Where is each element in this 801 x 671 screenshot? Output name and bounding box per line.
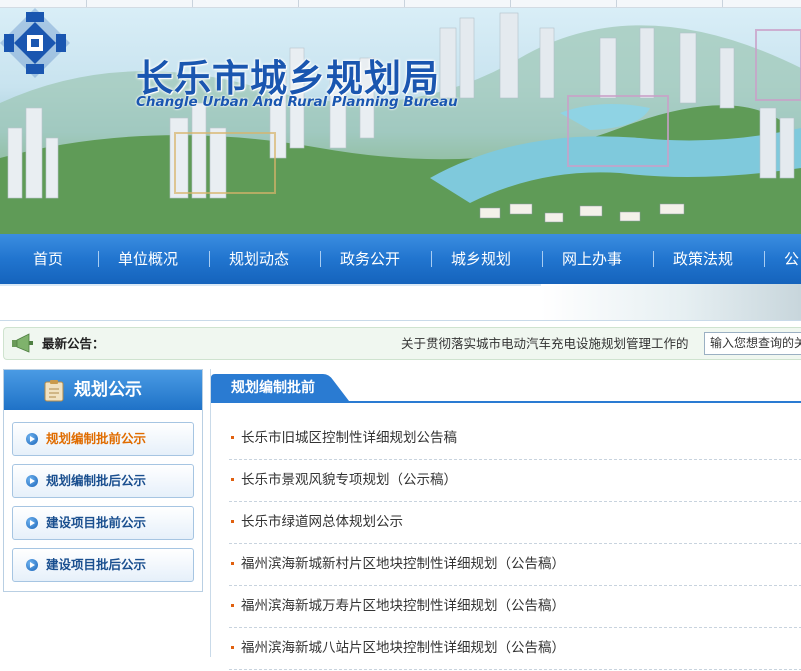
list-item-link[interactable]: 长乐市景观风貌专项规划（公示稿） [241, 461, 457, 499]
browser-top-strip [0, 0, 801, 8]
search-input[interactable] [704, 332, 801, 355]
arrow-bullet-icon [26, 517, 38, 529]
nav-online-services[interactable]: 网上办事 [562, 234, 622, 284]
city-panorama-image [0, 12, 801, 234]
list-bullet [231, 436, 234, 439]
section-tab-bar: 规划编制批前 [211, 369, 801, 403]
list-item: 长乐市旧城区控制性详细规划公告稿 [229, 419, 801, 460]
list-item-link[interactable]: 长乐市绿道网总体规划公示 [241, 503, 403, 541]
list-item-link[interactable]: 长乐市旧城区控制性详细规划公告稿 [241, 419, 457, 457]
site-subtitle-en: Changle Urban And Rural Planning Bureau [136, 94, 458, 110]
arrow-bullet-icon [26, 475, 38, 487]
sidebar-header: 规划公示 [4, 370, 202, 410]
nav-about[interactable]: 单位概况 [118, 234, 178, 284]
nav-divider [209, 251, 210, 267]
bureau-emblem-icon [0, 8, 70, 78]
nav-divider [431, 251, 432, 267]
list-item: 福州滨海新城万寿片区地块控制性详细规划（公告稿） [229, 587, 801, 628]
nav-planning-news[interactable]: 规划动态 [229, 234, 289, 284]
nav-divider [320, 251, 321, 267]
notice-link[interactable]: 关于贯彻落实城市电动汽车充电设施规划管理工作的 [401, 328, 689, 359]
sidebar-item-label: 规划编制批前公示 [46, 431, 147, 446]
nav-divider [98, 251, 99, 267]
list-bullet [231, 604, 234, 607]
sidebar-item-project-post-approval[interactable]: 建设项目批后公示 [12, 548, 194, 582]
document-icon [44, 380, 64, 402]
list-item-link[interactable]: 福州滨海新城八站片区地块控制性详细规划（公告稿） [241, 629, 565, 667]
list-item: 长乐市景观风貌专项规划（公示稿） [229, 461, 801, 502]
list-item-link[interactable]: 福州滨海新城万寿片区地块控制性详细规划（公告稿） [241, 587, 565, 625]
nav-divider [653, 251, 654, 267]
nav-policies[interactable]: 政策法规 [673, 234, 733, 284]
sidebar-title: 规划公示 [74, 380, 142, 400]
list-bullet [231, 646, 234, 649]
arrow-bullet-icon [26, 433, 38, 445]
tab-label: 规划编制批前 [231, 380, 315, 396]
sidebar-item-label: 建设项目批前公示 [46, 515, 147, 530]
header-banner: 长乐市城乡规划局 Changle Urban And Rural Plannin… [0, 8, 801, 234]
sidebar-item-label: 规划编制批后公示 [46, 473, 147, 488]
sidebar-item-label: 建设项目批后公示 [46, 557, 147, 572]
sidebar: 规划公示 规划编制批前公示 规划编制批后公示 建设项目批前公示 建设项目批后公示 [3, 369, 203, 592]
sidebar-item-project-pre-approval[interactable]: 建设项目批前公示 [12, 506, 194, 540]
list-bullet [231, 562, 234, 565]
main-content: 规划编制批前 长乐市旧城区控制性详细规划公告稿 长乐市景观风貌专项规划（公示稿）… [210, 369, 801, 670]
main-nav: 首页 单位概况 规划动态 政务公开 城乡规划 网上办事 政策法规 公 [0, 234, 801, 284]
nav-sub-band [0, 284, 801, 321]
sidebar-item-planning-post-approval[interactable]: 规划编制批后公示 [12, 464, 194, 498]
list-item: 福州滨海新城新村片区地块控制性详细规划（公告稿） [229, 545, 801, 586]
nav-urban-rural-planning[interactable]: 城乡规划 [451, 234, 511, 284]
nav-home[interactable]: 首页 [33, 234, 63, 284]
notice-bar: 最新公告： 关于贯彻落实城市电动汽车充电设施规划管理工作的 [3, 327, 801, 360]
list-item: 福州滨海新城八站片区地块控制性详细规划（公告稿） [229, 629, 801, 670]
list-item-link[interactable]: 福州滨海新城新村片区地块控制性详细规划（公告稿） [241, 545, 565, 583]
nav-more-cut[interactable]: 公 [784, 234, 799, 284]
megaphone-icon [12, 333, 33, 353]
list-bullet [231, 478, 234, 481]
sidebar-item-planning-pre-approval[interactable]: 规划编制批前公示 [12, 422, 194, 456]
nav-divider [764, 251, 765, 267]
list-bullet [231, 520, 234, 523]
nav-divider [542, 251, 543, 267]
arrow-bullet-icon [26, 559, 38, 571]
tab-planning-pre-approval[interactable]: 规划编制批前 [211, 374, 349, 401]
nav-government-affairs[interactable]: 政务公开 [340, 234, 400, 284]
announcement-list: 长乐市旧城区控制性详细规划公告稿 长乐市景观风貌专项规划（公示稿） 长乐市绿道网… [229, 419, 801, 671]
notice-label: 最新公告： [42, 336, 105, 351]
list-item: 长乐市绿道网总体规划公示 [229, 503, 801, 544]
